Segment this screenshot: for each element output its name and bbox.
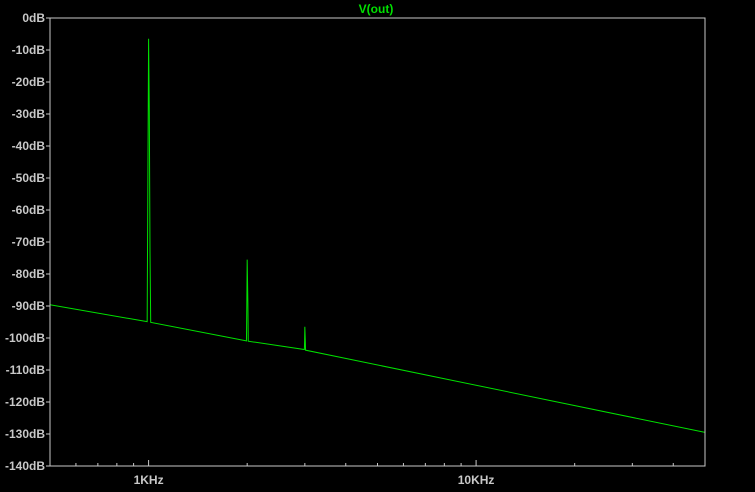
y-tick-label: -40dB xyxy=(12,139,46,153)
y-axis: 0dB -10dB -20dB -30dB -40dB -50dB -60dB -70dB -8… xyxy=(5,11,50,473)
y-tick-label: -30dB xyxy=(12,107,46,121)
x-tick-label: 10KHz xyxy=(458,473,495,487)
series-layer xyxy=(49,38,706,433)
y-tick-label: -80dB xyxy=(12,267,46,281)
y-tick-label: -100dB xyxy=(5,331,45,345)
y-tick-label: -10dB xyxy=(12,43,46,57)
y-tick-label: -90dB xyxy=(12,299,46,313)
y-tick-label: -20dB xyxy=(12,75,46,89)
x-axis: 1KHz 10KHz xyxy=(75,460,674,487)
y-tick-label: -60dB xyxy=(12,203,46,217)
y-tick-label: 0dB xyxy=(22,11,45,25)
chart-title: V(out) xyxy=(359,2,394,16)
chart-plot: V(out) 0dB -10dB -20dB -30dB -40dB -50dB -60dB… xyxy=(5,2,706,487)
y-tick-label: -110dB xyxy=(6,363,46,377)
x-tick-label: 1KHz xyxy=(134,473,164,487)
series-line-vout xyxy=(49,38,706,433)
y-tick-label: -50dB xyxy=(12,171,46,185)
y-tick-label: -70dB xyxy=(12,235,46,249)
y-tick-label: -130dB xyxy=(5,427,45,441)
y-tick-label: -140dB xyxy=(5,459,45,473)
y-tick-label: -120dB xyxy=(5,395,45,409)
